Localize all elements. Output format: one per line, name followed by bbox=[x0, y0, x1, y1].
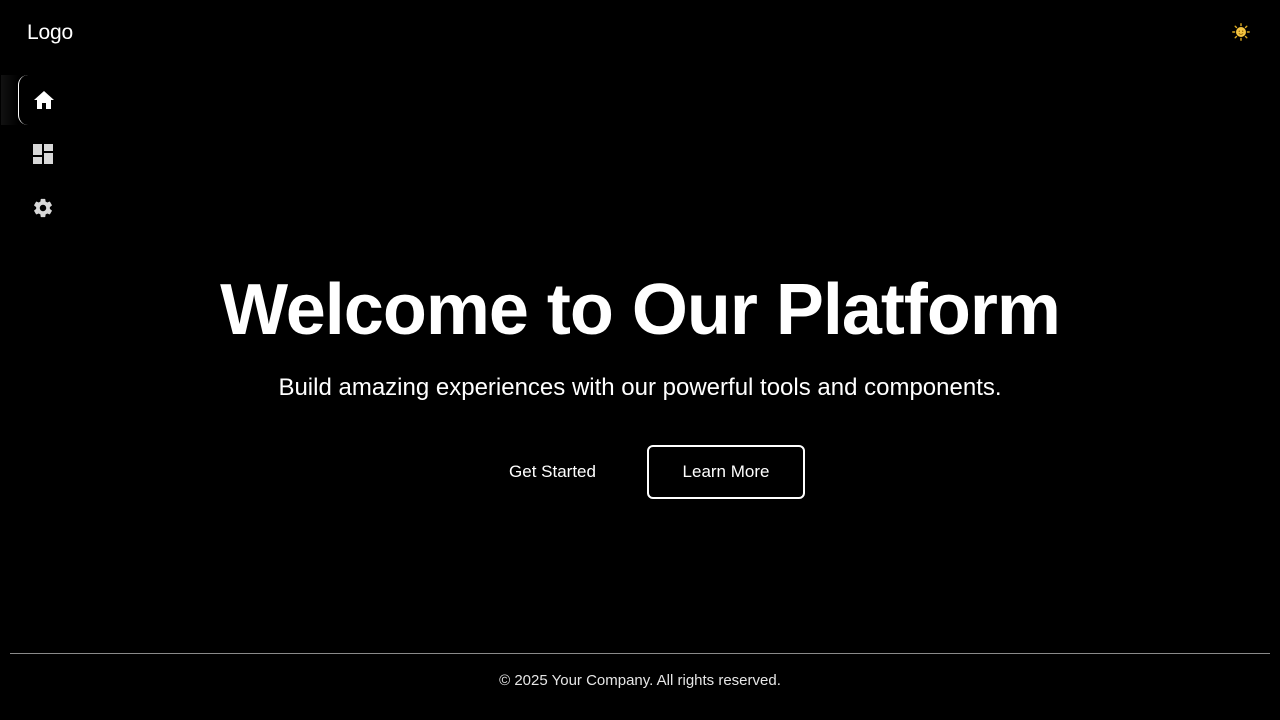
theme-toggle-button[interactable] bbox=[1230, 22, 1252, 46]
learn-more-button[interactable]: Learn More bbox=[647, 445, 805, 499]
sidebar-item-home[interactable] bbox=[1, 75, 68, 125]
hero-title: Welcome to Our Platform bbox=[220, 270, 1061, 350]
page: Logo Welcome to Our Platform Build amazi… bbox=[0, 0, 1280, 720]
footer-divider bbox=[10, 653, 1270, 654]
get-started-button[interactable]: Get Started bbox=[475, 445, 630, 499]
sun-icon bbox=[1232, 22, 1250, 46]
home-icon bbox=[33, 90, 55, 110]
hero-subtitle: Build amazing experiences with our power… bbox=[278, 374, 1002, 401]
gear-icon bbox=[32, 197, 54, 219]
cta-row: Get Started Learn More bbox=[0, 445, 1280, 499]
footer-copyright: © 2025 Your Company. All rights reserved… bbox=[499, 672, 781, 689]
sidebar-item-dashboard[interactable] bbox=[18, 129, 68, 179]
dashboard-icon bbox=[33, 144, 53, 164]
logo[interactable]: Logo bbox=[27, 21, 73, 45]
sidebar-item-settings[interactable] bbox=[18, 183, 68, 233]
